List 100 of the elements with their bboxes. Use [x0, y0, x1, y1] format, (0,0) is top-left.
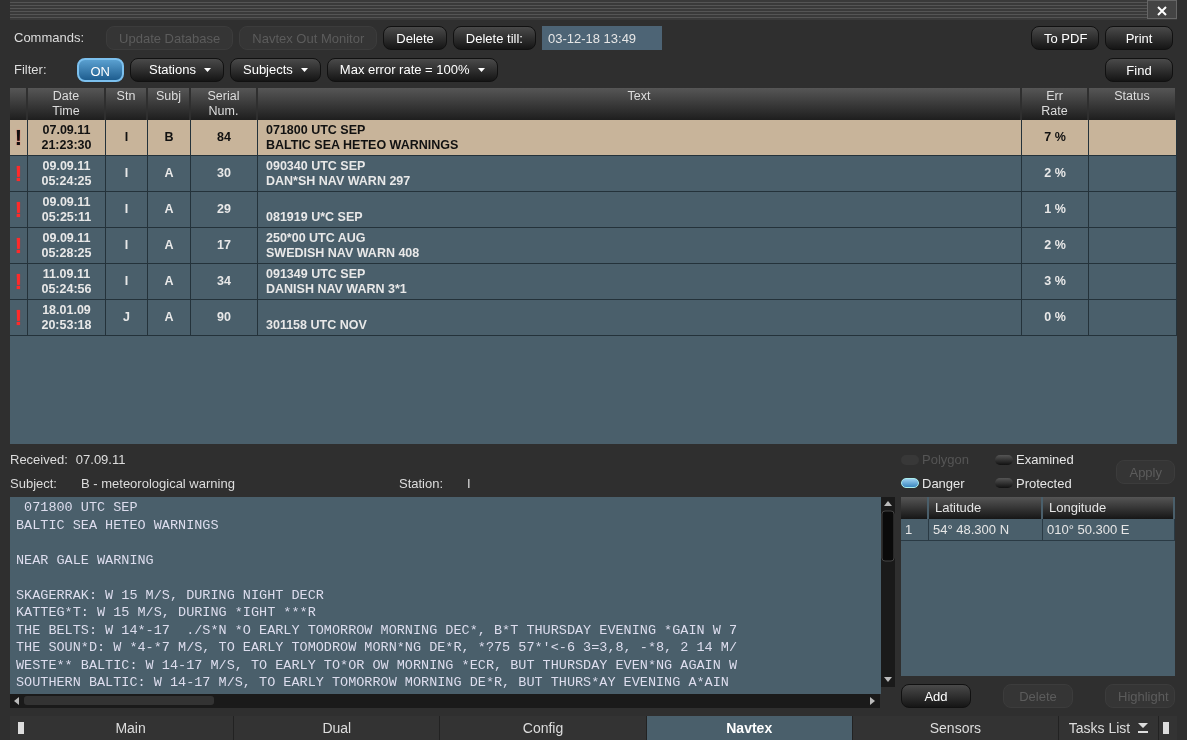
- table-cell: 3 %: [1044, 274, 1066, 289]
- table-cell: B: [164, 130, 174, 145]
- table-cell: 17: [217, 238, 231, 253]
- header-cell: [10, 88, 28, 120]
- option-checkbox[interactable]: Danger: [901, 473, 991, 493]
- alert-mark: !: [14, 310, 23, 325]
- table-row[interactable]: ! 09.09.11 05:28:25 I A 17 250*00 UTC AUG SWEDISH NAV WARN 408 2 %: [10, 228, 1177, 264]
- received-label: Received:: [10, 451, 68, 469]
- table-cell: BALTIC SEA HETEO WARNINGS: [266, 138, 459, 153]
- table-cell: 21:23:30: [41, 137, 92, 153]
- table-cell: 30: [217, 166, 231, 181]
- table-cell: A: [164, 310, 174, 325]
- table-cell: 09.09.11: [42, 158, 91, 174]
- caret-icon[interactable]: [204, 67, 211, 73]
- table-cell: 250*00 UTC AUG: [266, 231, 366, 246]
- table-cell: 84: [217, 130, 231, 145]
- table-cell: 1: [901, 519, 929, 541]
- horizontal-scrollbar[interactable]: [10, 694, 880, 708]
- table-row[interactable]: ! 18.01.09 20:53:18 J A 90 301158 UTC NOV 0 %: [10, 300, 1177, 336]
- tab[interactable]: Navtex: [646, 716, 853, 740]
- table-cell: 301158 UTC NOV: [266, 318, 367, 333]
- table-row[interactable]: ! 09.09.11 05:24:25 I A 30 090340 UTC SEP DAN*SH NAV WARN 297 2 %: [10, 156, 1177, 192]
- command-button[interactable]: Print: [1105, 26, 1173, 50]
- table-cell: 071800 UTC SEP: [266, 123, 366, 138]
- column-header[interactable]: Stn: [106, 88, 148, 120]
- dropdown-icon[interactable]: [1138, 723, 1149, 733]
- table-cell: I: [124, 130, 129, 145]
- table-cell: 2 %: [1044, 166, 1066, 181]
- table-cell: 7 %: [1044, 130, 1066, 145]
- station-value: I: [467, 474, 471, 493]
- table-cell: I: [124, 202, 129, 217]
- column-header[interactable]: Serial Num.: [191, 88, 258, 120]
- table-cell: 091349 UTC SEP: [266, 267, 366, 282]
- table-cell: 081919 U*C SEP: [266, 210, 363, 225]
- table-cell: A: [164, 274, 174, 289]
- table-cell: I: [124, 238, 129, 253]
- filter-dropdown[interactable]: Max error rate = 100%: [326, 58, 498, 82]
- command-button[interactable]: Delete till:: [452, 26, 536, 50]
- table-cell: 54° 48.300 N: [929, 519, 1043, 541]
- alert-mark: !: [14, 238, 23, 253]
- table-cell: 29: [217, 202, 231, 217]
- close-icon[interactable]: [1157, 5, 1167, 16]
- table-cell: DANISH NAV WARN 3*1: [266, 282, 407, 297]
- filter-dropdown[interactable]: Subjects: [230, 58, 321, 82]
- table-row[interactable]: ! 09.09.11 05:25:11 I A 29 081919 U*C SEP 1 %: [10, 192, 1177, 228]
- table-cell: 34: [217, 274, 231, 289]
- option-checkbox[interactable]: Examined: [995, 450, 1085, 470]
- table-cell: 20:53:18: [41, 317, 92, 333]
- caret-icon[interactable]: [477, 67, 485, 73]
- command-button[interactable]: To PDF: [1031, 26, 1099, 50]
- area-button[interactable]: Add: [901, 684, 971, 708]
- table-cell: 05:28:25: [41, 245, 92, 261]
- table-cell: 09.09.11: [42, 194, 91, 210]
- filter-dropdown[interactable]: Stations: [130, 58, 224, 82]
- alert-mark: !: [14, 274, 23, 289]
- vertical-scrollbar[interactable]: [881, 497, 895, 687]
- table-cell: 010° 50.300 E: [1043, 519, 1175, 541]
- table-cell: J: [123, 310, 130, 325]
- column-header[interactable]: Err Rate: [1022, 88, 1089, 120]
- column-header[interactable]: Latitude: [929, 497, 1043, 519]
- table-cell: 05:24:56: [41, 281, 92, 297]
- option-checkbox[interactable]: Protected: [995, 473, 1085, 493]
- table-cell: 0 %: [1044, 310, 1066, 325]
- alert-mark: !: [14, 130, 23, 145]
- received-value: 07.09.11: [75, 451, 126, 469]
- panel-icon[interactable]: [1162, 721, 1174, 735]
- column-header[interactable]: Subj: [148, 88, 191, 120]
- subject-label: Subject:: [10, 474, 57, 493]
- alert-mark: !: [14, 166, 23, 181]
- column-header[interactable]: Longitude: [1043, 497, 1175, 519]
- table-row[interactable]: ! 07.09.11 21:23:30 I B 84 071800 UTC SEP BALTIC SEA HETEO WARNINGS 7 %: [10, 120, 1177, 156]
- table-cell: 2 %: [1044, 238, 1066, 253]
- column-header[interactable]: Date Time: [28, 88, 106, 120]
- column-header[interactable]: Status: [1089, 88, 1177, 120]
- table-cell: SWEDISH NAV WARN 408: [266, 246, 420, 261]
- table-row[interactable]: ! 11.09.11 05:24:56 I A 34 091349 UTC SEP DANISH NAV WARN 3*1 3 %: [10, 264, 1177, 300]
- filter-label: Filter:: [14, 61, 47, 80]
- table-cell: 09.09.11: [42, 230, 91, 246]
- date-time-field[interactable]: 03-12-18 13:49: [541, 26, 662, 50]
- table-cell: DAN*SH NAV WARN 297: [266, 174, 411, 189]
- message-text: 071800 UTC SEP BALTIC SEA HETEO WARNINGS NEAR GALE WARNING SKAGERRAK: W 15 M/S, DURING NIGHT DECR KATTEG*T: W 15 M/S, DURING *IGHT ***R THE BELTS: W 14*-17 ./S*N *O EARLY TOMORROW MORNING DEC*, B*T THURSDAY EVENING *GAIN W 7 THE SOUN*D: W *4-*7 M/S, TO EARLY TOMODROW MORN*NG DE*R, *?75 57*'<-6 3=3,8, -*8, 2 14 M/ WESTE** BALTIC: W 14-17 M/S, TO EARLY TO*OR OW MORNING *ECR, BUT THURSDAY EVEN*NG AGAIN W SOUTHERN BALTIC: W 14-17 M/S, TO EARLY TOMORROW MORNING DE*R, BUT THURS*AY EVENING A*AIN: [10, 497, 881, 694]
- table-cell: 1 %: [1044, 202, 1066, 217]
- table-cell: 18.01.09: [42, 302, 91, 318]
- alert-mark: !: [14, 202, 23, 217]
- table-cell: A: [164, 202, 174, 217]
- close-button[interactable]: [1147, 0, 1177, 19]
- find-button[interactable]: Find: [1105, 58, 1173, 82]
- subject-value: B - meteorological warning: [81, 474, 236, 493]
- table-cell: 11.09.11: [42, 266, 91, 282]
- panel-icon[interactable]: [13, 721, 25, 735]
- table-cell: A: [164, 166, 174, 181]
- table-cell: I: [124, 274, 129, 289]
- table-cell: 05:25:11: [41, 209, 92, 225]
- caret-icon[interactable]: [300, 67, 308, 73]
- table-cell: 090340 UTC SEP: [266, 159, 366, 174]
- filter-toggle[interactable]: ON: [76, 58, 124, 82]
- table-cell: I: [124, 166, 129, 181]
- table-cell: 90: [217, 310, 231, 325]
- command-button[interactable]: Delete: [383, 26, 447, 50]
- column-header[interactable]: Text: [258, 88, 1022, 120]
